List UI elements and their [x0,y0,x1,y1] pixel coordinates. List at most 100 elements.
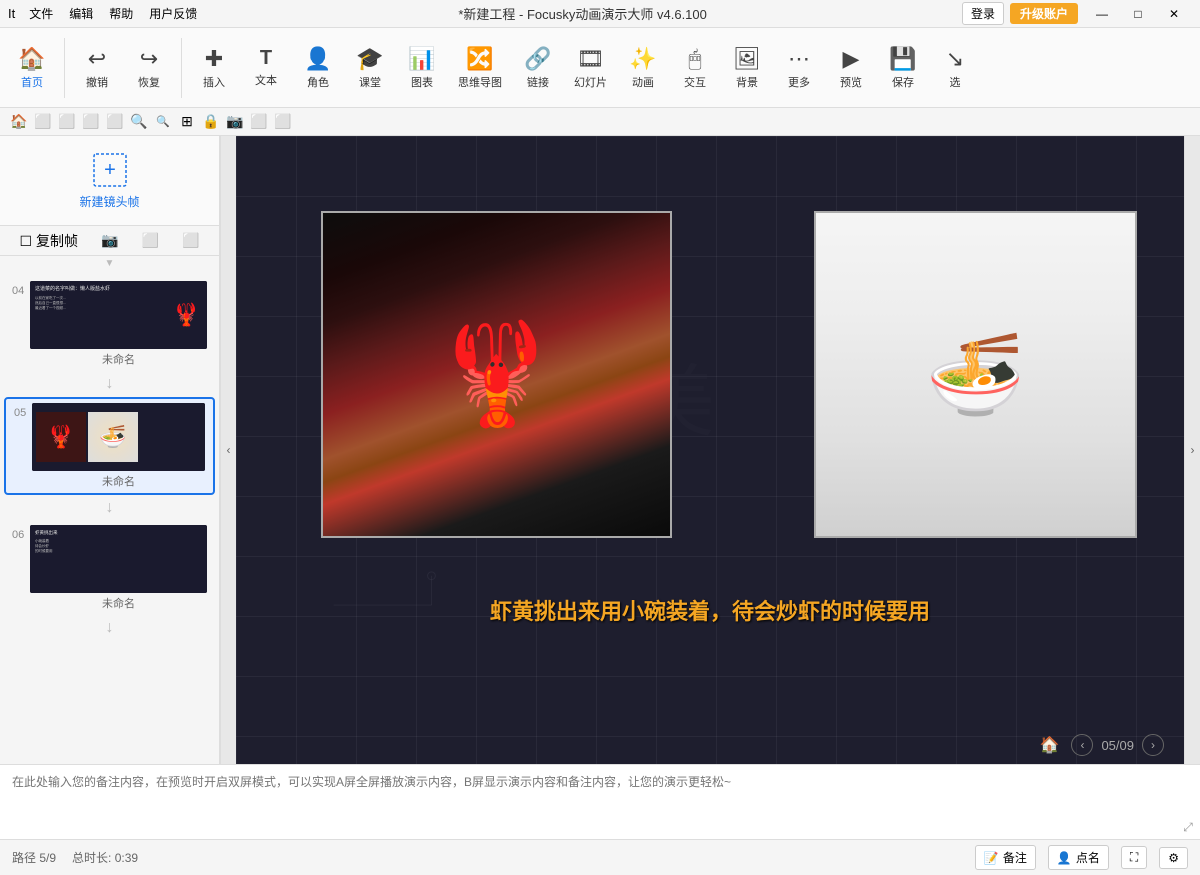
toolbar-redo[interactable]: ↪ 恢复 [125,42,173,94]
notes-button[interactable]: 📝 备注 [975,845,1036,870]
tb2-grid[interactable]: ⊞ [176,111,198,133]
new-frame-button[interactable]: + 新建镜头帧 [0,136,219,226]
toolbar-more[interactable]: ⋯ 更多 [775,42,823,94]
canvas-image-bowl[interactable]: 🍜 [814,211,1136,538]
minimize-button[interactable]: — [1084,4,1120,24]
tb2-lock[interactable]: 🔒 [200,111,222,133]
tb2-frame4[interactable]: ⬜ [104,111,126,133]
fullscreen-button[interactable]: ⛶ [1121,846,1147,869]
maximize-button[interactable]: □ [1120,4,1156,24]
notes-input[interactable] [0,765,1176,839]
secondary-toolbar: 🏠 ⬜ ⬜ ⬜ ⬜ 🔍 🔍 ⊞ 🔒 📷 ⬜ ⬜ [0,108,1200,136]
frame-tool-4[interactable]: ⬜ [178,230,203,251]
toolbar-chart[interactable]: 📊 图表 [398,42,446,94]
canvas-caption: 虾黄挑出来用小碗装着，待会炒虾的时候要用 [236,594,1184,626]
page-home-icon[interactable]: 🏠 [1040,735,1060,755]
tb2-frame2[interactable]: ⬜ [56,111,78,133]
new-frame-content: + [92,152,128,191]
toolbar-undo[interactable]: ↩ 撤销 [73,42,121,94]
menu-bar: 文件 编辑 帮助 用户反馈 [23,3,203,24]
toolbar-select[interactable]: ↘ 选 [931,42,979,94]
tb2-camera[interactable]: 📷 [224,111,246,133]
titlebar: It 文件 编辑 帮助 用户反馈 *新建工程 - Focusky动画演示大师 v… [0,0,1200,28]
tb2-zoom-out[interactable]: 🔍 [152,111,174,133]
next-page-button[interactable]: › [1142,734,1164,756]
insert-icon: ✚ [205,46,223,72]
tb2-home[interactable]: 🏠 [8,111,30,133]
tb2-export[interactable]: ⬜ [248,111,270,133]
class-icon: 🎓 [356,46,383,72]
link-icon: 🔗 [524,46,551,72]
svg-text:+: + [104,159,116,181]
copy-frame-btn[interactable]: ☐ 复制帧 [16,229,82,253]
prev-page-button[interactable]: ‹ [1071,734,1093,756]
upgrade-button[interactable]: 升级账户 [1010,3,1078,24]
slide-sep-bottom: ↓ [0,617,219,639]
toolbar-role[interactable]: 👤 角色 [294,42,342,94]
toolbar-slideshow[interactable]: 🎞 幻灯片 [566,42,615,94]
bowl-photo: 🍜 [816,213,1134,536]
slide-list: 04 这道菜的名字叫做：懒人版盐水虾 以前在家吃了一次... 然后自己一直很想.… [0,271,219,764]
path-info: 路径 5/9 [12,849,56,866]
canvas-image-lobster[interactable]: 🦞 [321,211,672,538]
statusbar-right: 📝 备注 👤 点名 ⛶ ⚙ [975,845,1188,870]
slide-item-05[interactable]: 05 🦞 🍜 虾黄挑出来用小碗装着，待会炒虾的时候要用 未命名 [4,397,215,495]
text-icon: T [260,47,272,70]
slide-thumb-05: 🦞 🍜 虾黄挑出来用小碗装着，待会炒虾的时候要用 [32,403,205,471]
slide-thumb-06: 虾黄挑出来 小碗装着 待会炒虾 的时候要用 [30,525,207,593]
slide-item-04[interactable]: 04 这道菜的名字叫做：懒人版盐水虾 以前在家吃了一次... 然后自己一直很想.… [4,277,215,371]
slide-thumb-04: 这道菜的名字叫做：懒人版盐水虾 以前在家吃了一次... 然后自己一直很想... … [30,281,207,349]
close-button[interactable]: ✕ [1156,4,1192,24]
menu-help[interactable]: 帮助 [103,3,139,24]
notes-expand-button[interactable]: ⤢ [1176,765,1200,839]
toolbar-link[interactable]: 🔗 链接 [514,42,562,94]
toolbar-text[interactable]: T 文本 [242,43,290,92]
points-icon: 👤 [1057,851,1072,865]
camera-frame-btn[interactable]: 📷 [97,230,122,251]
slide-name-04: 未命名 [30,351,207,367]
points-button[interactable]: 👤 点名 [1048,845,1109,870]
slide-wrapper-04: 这道菜的名字叫做：懒人版盐水虾 以前在家吃了一次... 然后自己一直很想... … [30,281,207,367]
tb2-frame3[interactable]: ⬜ [80,111,102,133]
login-button[interactable]: 登录 [962,2,1004,25]
tb2-zoom-in[interactable]: 🔍 [128,111,150,133]
expand-arrow[interactable]: ▼ [105,258,115,269]
settings-status-button[interactable]: ⚙ [1159,847,1188,869]
frame-tools: ☐ 复制帧 📷 ⬜ ⬜ [0,226,219,256]
toolbar-divider2 [181,38,182,98]
statusbar: 路径 5/9 总时长: 0:39 📝 备注 👤 点名 ⛶ ⚙ [0,839,1200,875]
new-frame-label: 新建镜头帧 [79,193,139,210]
notes-area: ⤢ [0,764,1200,839]
tb2-settings[interactable]: ⬜ [272,111,294,133]
redo-icon: ↪ [140,46,158,72]
slide-number-05: 05 [14,407,32,419]
main-toolbar: 🏠 首页 ↩ 撤销 ↪ 恢复 ✚ 插入 T 文本 👤 角色 🎓 课堂 📊 图表 … [0,28,1200,108]
toolbar-class[interactable]: 🎓 课堂 [346,42,394,94]
main-content: + 新建镜头帧 ☐ 复制帧 📷 ⬜ ⬜ ▼ 04 [0,136,1200,764]
tb2-frame1[interactable]: ⬜ [32,111,54,133]
menu-edit[interactable]: 编辑 [63,3,99,24]
canvas-area[interactable]: 美 食 🦞 🍜 虾黄挑出来用小碗装着，待会炒虾的时候要用 🏠 ‹ 05/09 › [236,136,1184,764]
role-icon: 👤 [304,46,331,72]
collapse-button[interactable]: ‹ [220,136,236,764]
toolbar-animation[interactable]: ✨ 动画 [619,42,667,94]
lobster-photo: 🦞 [323,213,670,536]
toolbar-mindmap[interactable]: 🔀 思维导图 [450,42,510,94]
toolbar-home[interactable]: 🏠 首页 [8,42,56,94]
toolbar-bg[interactable]: 🖼 背景 [723,42,771,94]
save-icon: 💾 [889,46,916,72]
menu-feedback[interactable]: 用户反馈 [143,3,203,24]
toolbar-preview[interactable]: ▶ 预览 [827,42,875,94]
right-collapse-panel[interactable]: › [1184,136,1200,764]
toolbar-save[interactable]: 💾 保存 [879,42,927,94]
down-arrow-05: ↓ [106,499,114,517]
slide-name-06: 未命名 [30,595,207,611]
menu-file[interactable]: 文件 [23,3,59,24]
slideshow-icon: 🎞 [577,46,605,72]
thumb-lobster: 🦞 [36,412,86,462]
slide-item-06[interactable]: 06 虾黄挑出来 小碗装着 待会炒虾 的时候要用 [4,521,215,615]
toolbar-insert[interactable]: ✚ 插入 [190,42,238,94]
chart-icon: 📊 [408,46,435,72]
toolbar-interact[interactable]: 🖱 交互 [671,42,719,94]
frame-tool-3[interactable]: ⬜ [138,230,163,251]
